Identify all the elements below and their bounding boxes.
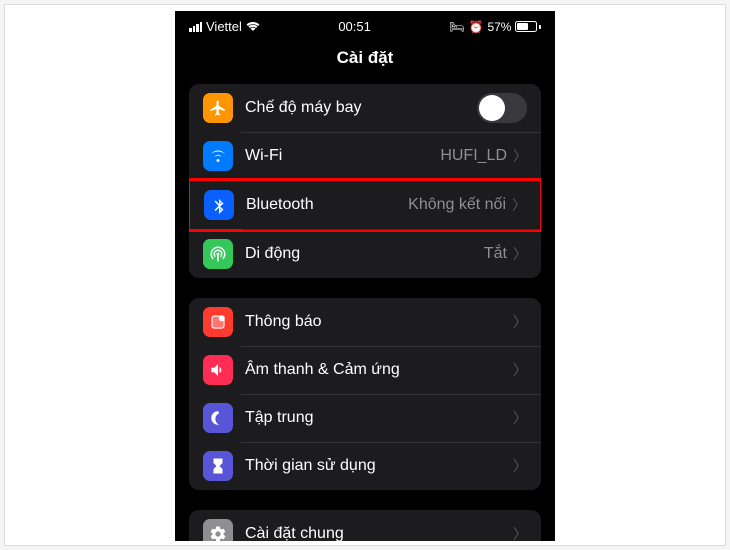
wifi-status-icon (246, 21, 260, 32)
status-right: 🛏 ⏰ 57% (449, 20, 541, 34)
cellular-label: Di động (245, 245, 484, 263)
alarm-icon: ⏰ (469, 20, 484, 34)
status-time: 00:51 (338, 19, 371, 34)
row-airplane-mode[interactable]: Chế độ máy bay (189, 84, 541, 132)
focus-icon (203, 403, 233, 433)
chevron-icon: 〉 (513, 146, 527, 166)
general-label: Cài đặt chung (245, 525, 513, 541)
bluetooth-icon (204, 190, 234, 220)
chevron-icon: 〉 (512, 195, 526, 215)
chevron-icon: 〉 (513, 456, 527, 476)
wifi-icon (203, 141, 233, 171)
cellular-value: Tắt (484, 245, 507, 263)
notifications-label: Thông báo (245, 313, 513, 331)
focus-label: Tập trung (245, 409, 513, 427)
sounds-label: Âm thanh & Cảm ứng (245, 361, 513, 379)
settings-group-general: Cài đặt chung 〉 (189, 510, 541, 541)
settings-group-system: Thông báo 〉 Âm thanh & Cảm ứng 〉 Tập tru… (189, 298, 541, 490)
row-notifications[interactable]: Thông báo 〉 (189, 298, 541, 346)
screentime-label: Thời gian sử dụng (245, 457, 513, 475)
battery-percent: 57% (487, 20, 511, 34)
airplane-toggle[interactable] (477, 93, 527, 123)
wifi-label: Wi-Fi (245, 147, 440, 165)
airplane-label: Chế độ máy bay (245, 99, 477, 117)
signal-icon (189, 22, 202, 32)
sounds-icon (203, 355, 233, 385)
status-left: Viettel (189, 19, 260, 34)
chevron-icon: 〉 (513, 244, 527, 264)
row-bluetooth[interactable]: Bluetooth Không kết nối 〉 (189, 178, 541, 232)
bluetooth-label: Bluetooth (246, 196, 408, 214)
phone-screen: Viettel 00:51 🛏 ⏰ 57% Cài đặt (175, 11, 555, 541)
chevron-icon: 〉 (513, 360, 527, 380)
row-screentime[interactable]: Thời gian sử dụng 〉 (189, 442, 541, 490)
bed-icon: 🛏 (449, 20, 464, 34)
bluetooth-value: Không kết nối (408, 196, 506, 214)
cellular-icon (203, 239, 233, 269)
wifi-value: HUFI_LD (440, 147, 507, 165)
carrier-label: Viettel (206, 19, 242, 34)
row-sounds[interactable]: Âm thanh & Cảm ứng 〉 (189, 346, 541, 394)
battery-icon (515, 21, 541, 32)
airplane-icon (203, 93, 233, 123)
chevron-icon: 〉 (513, 408, 527, 428)
chevron-icon: 〉 (513, 524, 527, 541)
screentime-icon (203, 451, 233, 481)
row-cellular[interactable]: Di động Tắt 〉 (189, 230, 541, 278)
gear-icon (203, 519, 233, 541)
status-bar: Viettel 00:51 🛏 ⏰ 57% (175, 11, 555, 38)
row-general[interactable]: Cài đặt chung 〉 (189, 510, 541, 541)
page-title: Cài đặt (175, 38, 555, 84)
notifications-icon (203, 307, 233, 337)
chevron-icon: 〉 (513, 312, 527, 332)
row-focus[interactable]: Tập trung 〉 (189, 394, 541, 442)
row-wifi[interactable]: Wi-Fi HUFI_LD 〉 (189, 132, 541, 180)
settings-group-network: Chế độ máy bay Wi-Fi HUFI_LD 〉 (189, 84, 541, 278)
